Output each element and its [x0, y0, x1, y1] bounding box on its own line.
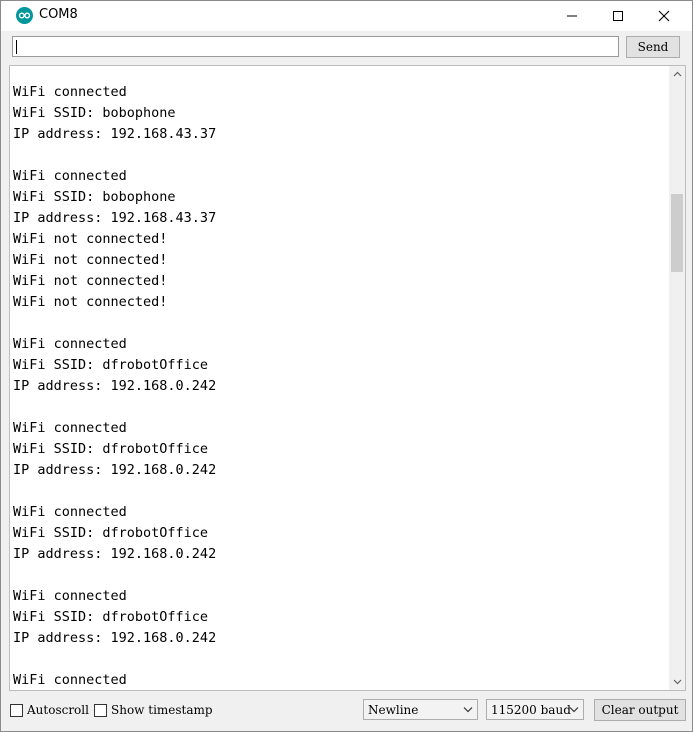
output-line: WiFi connected [13, 84, 127, 100]
chevron-down-icon [569, 707, 579, 713]
timestamp-label[interactable]: Show timestamp [111, 703, 213, 717]
line-ending-value: Newline [368, 703, 419, 717]
timestamp-checkbox[interactable] [94, 704, 107, 717]
send-button[interactable]: Send [626, 36, 680, 58]
chevron-down-icon [673, 679, 681, 685]
output-line: WiFi not connected! [13, 273, 168, 289]
chevron-down-icon [463, 707, 473, 713]
scroll-thumb[interactable] [671, 194, 683, 272]
scroll-up-button[interactable] [669, 66, 685, 82]
baud-rate-value: 115200 baud [491, 703, 571, 717]
output-line: WiFi SSID: dfrobotOffice [13, 525, 209, 541]
output-line: WiFi connected [13, 504, 127, 520]
output-line: IP address: 192.168.0.242 [13, 630, 217, 646]
output-line: WiFi not connected! [13, 231, 168, 247]
maximize-button[interactable] [595, 1, 641, 31]
window-title: COM8 [39, 7, 78, 22]
baud-rate-select[interactable]: 115200 baud [486, 699, 584, 720]
output-line: WiFi SSID: bobophone [13, 189, 176, 205]
autoscroll-label[interactable]: Autoscroll [27, 703, 89, 717]
minimize-icon [567, 15, 577, 17]
output-line: IP address: 192.168.43.37 [13, 126, 217, 142]
output-line: WiFi connected [13, 588, 127, 604]
serial-output-area[interactable]: WiFi connected WiFi SSID: bobophone IP add… [9, 65, 686, 691]
output-line: IP address: 192.168.0.242 [13, 378, 217, 394]
output-line: WiFi SSID: bobophone [13, 105, 176, 121]
output-line: WiFi SSID: dfrobotOffice [13, 357, 209, 373]
serial-monitor-window: COM8 Send WiFi connected WiFi SSID: bobop… [0, 0, 693, 732]
maximize-icon [613, 11, 623, 21]
output-text: WiFi connected WiFi SSID: bobophone IP add… [13, 82, 667, 690]
autoscroll-checkbox[interactable] [10, 704, 23, 717]
bottom-toolbar: Autoscroll Show timestamp Newline 115200… [1, 693, 692, 729]
minimize-button[interactable] [549, 1, 595, 31]
arduino-icon [16, 7, 33, 24]
output-line: WiFi not connected! [13, 294, 168, 310]
output-line: WiFi connected [13, 168, 127, 184]
output-line: WiFi not connected! [13, 252, 168, 268]
output-line: WiFi SSID: dfrobotOffice [13, 609, 209, 625]
output-line: WiFi connected [13, 420, 127, 436]
output-line: WiFi connected [13, 672, 127, 688]
output-line: WiFi SSID: dfrobotOffice [13, 441, 209, 457]
line-ending-select[interactable]: Newline [363, 699, 478, 720]
close-button[interactable] [641, 1, 687, 31]
clear-output-button[interactable]: Clear output [594, 699, 686, 721]
output-line: IP address: 192.168.0.242 [13, 462, 217, 478]
send-input[interactable] [12, 36, 619, 57]
vertical-scrollbar[interactable] [669, 66, 685, 690]
title-bar[interactable]: COM8 [1, 1, 692, 31]
text-caret [16, 40, 17, 54]
output-line: WiFi connected [13, 336, 127, 352]
close-icon [658, 10, 670, 22]
output-line: IP address: 192.168.43.37 [13, 210, 217, 226]
output-line: IP address: 192.168.0.242 [13, 546, 217, 562]
scroll-down-button[interactable] [669, 674, 685, 690]
chevron-up-icon [673, 71, 681, 77]
